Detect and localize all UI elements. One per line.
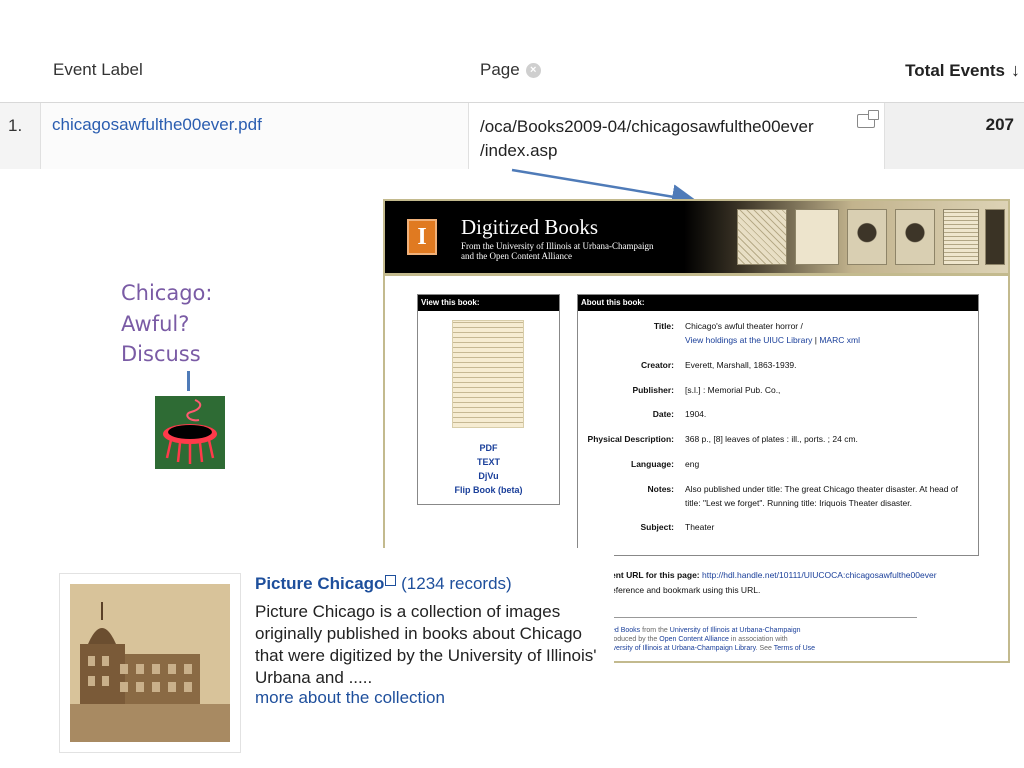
event-label-cell: chicagosawfulthe00ever.pdf xyxy=(41,103,469,169)
digitized-books-banner: I Digitized Books From the University of… xyxy=(385,201,1008,273)
pdf-link[interactable]: PDF xyxy=(418,441,559,455)
banner-page-image xyxy=(943,209,979,265)
page-column-header[interactable]: Page × xyxy=(480,60,541,80)
collection-photo-frame xyxy=(59,573,241,753)
illinois-logo: I xyxy=(407,219,437,255)
format-links: PDF TEXT DjVu Flip Book (beta) xyxy=(418,441,559,497)
page-column-label: Page xyxy=(480,60,520,79)
uiuc-link[interactable]: University of Illinois at Urbana-Champai… xyxy=(670,627,801,634)
permanent-url-label: ent URL for this page: xyxy=(611,570,700,580)
record-count: (1234 records) xyxy=(396,574,512,593)
more-about-collection-link[interactable]: more about the collection xyxy=(255,688,445,708)
creator-label: Creator: xyxy=(640,360,674,370)
date-label: Date: xyxy=(652,409,674,419)
caption-line3: Discuss xyxy=(121,342,201,366)
view-box-heading: View this book: xyxy=(418,295,559,311)
view-this-book-box: View this book: PDF TEXT DjVu Flip Book … xyxy=(417,294,560,505)
marc-xml-link[interactable]: MARC xml xyxy=(819,335,860,345)
slide-caption: Chicago: Awful? Discuss xyxy=(121,278,212,370)
flip-book-link[interactable]: Flip Book (beta) xyxy=(418,483,559,497)
sort-descending-icon[interactable]: ↓ xyxy=(1011,60,1020,81)
banner-subtitle-line1: From the University of Illinois at Urban… xyxy=(461,241,654,251)
footer-divider xyxy=(611,617,917,618)
bookmark-note: eference and bookmark using this URL. xyxy=(611,585,761,595)
open-page-popout-icon[interactable] xyxy=(857,110,879,128)
external-link-icon[interactable] xyxy=(385,575,397,586)
text-link[interactable]: TEXT xyxy=(418,455,559,469)
date-value: 1904. xyxy=(685,409,707,419)
title-label: Title: xyxy=(653,321,674,331)
banner-map-image xyxy=(737,209,787,265)
about-box-heading: About this book: xyxy=(578,295,978,311)
credits-text: . See xyxy=(755,645,774,652)
digitized-books-link[interactable]: ed Books xyxy=(611,627,640,634)
caption-divider xyxy=(187,371,190,391)
subject-value: Theater xyxy=(685,522,715,532)
subject-label: Subject: xyxy=(640,522,674,532)
publisher-value: [s.l.] : Memorial Pub. Co., xyxy=(685,385,781,395)
publisher-label: Publisher: xyxy=(632,385,674,395)
banner-divider xyxy=(385,273,1008,276)
picture-chicago-link[interactable]: Picture Chicago xyxy=(255,574,384,593)
analytics-table-header: Event Label Page × Total Events ↓ xyxy=(0,0,1024,103)
notes-value: Also published under title: The great Ch… xyxy=(685,484,958,508)
banner-subtitle: From the University of Illinois at Urban… xyxy=(461,241,653,261)
page-path-line1: /oca/Books2009-04/chicagosawfulthe00ever xyxy=(480,117,814,136)
physical-description-label: Physical Description: xyxy=(587,434,674,444)
credits-text: from the xyxy=(640,627,670,634)
credits-text: in association with xyxy=(728,636,788,643)
language-value: eng xyxy=(685,459,700,469)
about-this-book-box: About this book: Title: Chicago's awful … xyxy=(577,294,979,556)
book-page-thumbnail[interactable] xyxy=(452,320,524,428)
banner-portrait-image xyxy=(895,209,935,265)
credits-text: roduced by the xyxy=(611,636,660,643)
banner-photo-image xyxy=(985,209,1005,265)
oca-link[interactable]: Open Content Alliance xyxy=(659,636,729,643)
event-label-column-header[interactable]: Event Label xyxy=(53,60,143,80)
permanent-url-link[interactable]: http://hdl.handle.net/10111/UIUCOCA:chic… xyxy=(702,570,937,580)
holdings-link[interactable]: View holdings at the UIUC Library xyxy=(685,335,812,345)
caption-line1: Chicago: xyxy=(121,281,213,305)
title-value: Chicago's awful theater horror / View ho… xyxy=(685,319,970,347)
language-label: Language: xyxy=(631,459,674,469)
banner-subtitle-line2: and the Open Content Alliance xyxy=(461,251,572,261)
collection-photo[interactable] xyxy=(70,584,230,742)
banner-title: Digitized Books xyxy=(461,215,599,239)
djvu-link[interactable]: DjVu xyxy=(418,469,559,483)
creator-value: Everett, Marshall, 1863-1939. xyxy=(685,360,797,370)
event-label-link[interactable]: chicagosawfulthe00ever.pdf xyxy=(52,115,262,134)
row-rank: 1. xyxy=(0,103,41,169)
footer-credits: ed Books from the University of Illinois… xyxy=(611,626,815,653)
picture-chicago-card: Picture Chicago (1234 records) Picture C… xyxy=(0,548,614,768)
notes-label: Notes: xyxy=(647,484,674,494)
total-events-column-header[interactable]: Total Events ↓ xyxy=(905,60,1020,81)
uiuc-library-link[interactable]: iversity of Illinois at Urbana-Champaign… xyxy=(611,645,756,652)
collection-title-row: Picture Chicago (1234 records) xyxy=(255,574,512,594)
banner-theater-image xyxy=(795,209,839,265)
caption-line2: Awful? xyxy=(121,311,190,336)
terms-of-use-link[interactable]: Terms of Use xyxy=(774,645,815,652)
banner-portrait-image xyxy=(847,209,887,265)
grill-fire-icon xyxy=(155,396,225,469)
physical-description-value: 368 p., [8] leaves of plates : ill., por… xyxy=(685,434,858,444)
total-events-cell: 207 xyxy=(885,103,1024,169)
book-title: Chicago's awful theater horror / xyxy=(685,321,803,331)
collection-description: Picture Chicago is a collection of image… xyxy=(255,602,597,687)
remove-dimension-icon[interactable]: × xyxy=(525,62,541,78)
total-events-label: Total Events xyxy=(905,60,1005,80)
